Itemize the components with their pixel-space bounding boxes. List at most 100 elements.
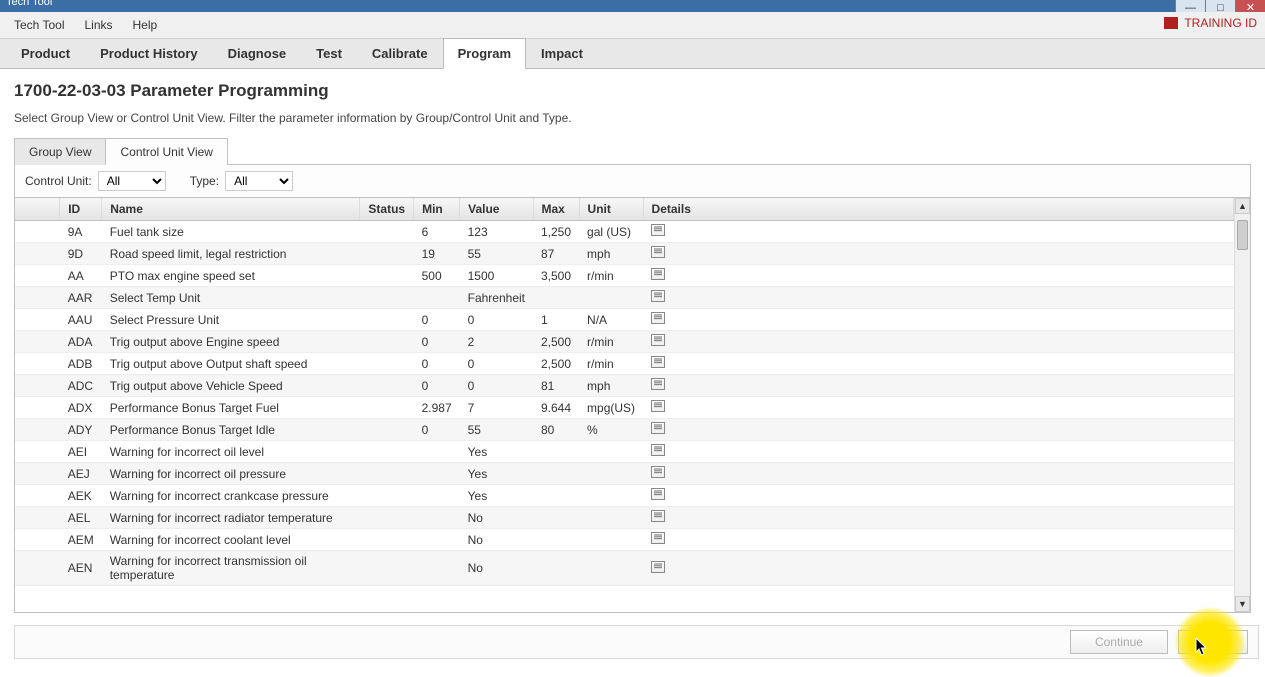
cell-details[interactable] xyxy=(643,463,1233,485)
details-icon[interactable] xyxy=(651,378,665,390)
cell-blank xyxy=(15,265,60,287)
type-select[interactable]: All xyxy=(225,171,293,191)
cell-details[interactable] xyxy=(643,243,1233,265)
cell-details[interactable] xyxy=(643,353,1233,375)
cell-details[interactable] xyxy=(643,265,1233,287)
cell-details[interactable] xyxy=(643,419,1233,441)
cell-value: 0 xyxy=(460,309,533,331)
cell-status xyxy=(360,353,414,375)
col-max[interactable]: Max xyxy=(533,198,579,221)
details-icon[interactable] xyxy=(651,532,665,544)
details-icon[interactable] xyxy=(651,268,665,280)
details-icon[interactable] xyxy=(651,510,665,522)
cell-details[interactable] xyxy=(643,221,1233,243)
exit-button[interactable]: Exit xyxy=(1178,630,1248,654)
cell-unit xyxy=(579,485,643,507)
cell-id: AEN xyxy=(60,551,102,586)
tab-program[interactable]: Program xyxy=(443,38,526,69)
cell-details[interactable] xyxy=(643,441,1233,463)
cell-details[interactable] xyxy=(643,375,1233,397)
menu-techtool[interactable]: Tech Tool xyxy=(6,15,72,35)
col-min[interactable]: Min xyxy=(414,198,460,221)
tab-product[interactable]: Product xyxy=(6,38,85,68)
table-row[interactable]: AEJWarning for incorrect oil pressureYes xyxy=(15,463,1234,485)
menu-help[interactable]: Help xyxy=(125,15,166,35)
cell-blank xyxy=(15,397,60,419)
bottom-bar: Continue Exit xyxy=(14,625,1259,659)
cell-details[interactable] xyxy=(643,507,1233,529)
scrollbar-vertical[interactable]: ▲ ▼ xyxy=(1234,198,1250,612)
cell-id: AEJ xyxy=(60,463,102,485)
cell-name: Select Temp Unit xyxy=(102,287,360,309)
cell-unit xyxy=(579,507,643,529)
cell-details[interactable] xyxy=(643,397,1233,419)
col-unit[interactable]: Unit xyxy=(579,198,643,221)
cell-id: ADX xyxy=(60,397,102,419)
table-row[interactable]: ADBTrig output above Output shaft speed0… xyxy=(15,353,1234,375)
details-icon[interactable] xyxy=(651,290,665,302)
details-icon[interactable] xyxy=(651,224,665,236)
table-row[interactable]: ADATrig output above Engine speed022,500… xyxy=(15,331,1234,353)
details-icon[interactable] xyxy=(651,422,665,434)
table-row[interactable]: ADCTrig output above Vehicle Speed0081mp… xyxy=(15,375,1234,397)
col-name[interactable]: Name xyxy=(102,198,360,221)
viewtab-control-unit[interactable]: Control Unit View xyxy=(105,138,227,165)
viewtab-group[interactable]: Group View xyxy=(14,138,106,165)
details-icon[interactable] xyxy=(651,246,665,258)
menu-links[interactable]: Links xyxy=(76,15,120,35)
cell-unit: % xyxy=(579,419,643,441)
control-unit-select[interactable]: All xyxy=(98,171,166,191)
table-row[interactable]: ADXPerformance Bonus Target Fuel2.98779.… xyxy=(15,397,1234,419)
cell-details[interactable] xyxy=(643,551,1233,586)
col-status[interactable]: Status xyxy=(360,198,414,221)
cell-unit: mph xyxy=(579,375,643,397)
details-icon[interactable] xyxy=(651,334,665,346)
details-icon[interactable] xyxy=(651,488,665,500)
cell-details[interactable] xyxy=(643,529,1233,551)
table-row[interactable]: AAUSelect Pressure Unit001N/A xyxy=(15,309,1234,331)
table-row[interactable]: ADYPerformance Bonus Target Idle05580% xyxy=(15,419,1234,441)
details-icon[interactable] xyxy=(651,400,665,412)
cell-unit xyxy=(579,529,643,551)
col-details[interactable]: Details xyxy=(643,198,1233,221)
col-blank[interactable] xyxy=(15,198,60,221)
table-row[interactable]: AAPTO max engine speed set50015003,500r/… xyxy=(15,265,1234,287)
cell-status xyxy=(360,375,414,397)
details-icon[interactable] xyxy=(651,356,665,368)
cell-details[interactable] xyxy=(643,331,1233,353)
cell-details[interactable] xyxy=(643,309,1233,331)
scroll-thumb[interactable] xyxy=(1237,220,1248,250)
tab-test[interactable]: Test xyxy=(301,38,357,68)
table-row[interactable]: AEIWarning for incorrect oil levelYes xyxy=(15,441,1234,463)
cell-value: 2 xyxy=(460,331,533,353)
scroll-up-button[interactable]: ▲ xyxy=(1235,198,1250,214)
details-icon[interactable] xyxy=(651,312,665,324)
cell-details[interactable] xyxy=(643,485,1233,507)
table-row[interactable]: AENWarning for incorrect transmission oi… xyxy=(15,551,1234,586)
table-row[interactable]: AEMWarning for incorrect coolant levelNo xyxy=(15,529,1234,551)
scroll-down-button[interactable]: ▼ xyxy=(1235,596,1250,612)
col-id[interactable]: ID xyxy=(60,198,102,221)
table-row[interactable]: 9DRoad speed limit, legal restriction195… xyxy=(15,243,1234,265)
continue-button[interactable]: Continue xyxy=(1070,630,1168,654)
cell-id: AA xyxy=(60,265,102,287)
cell-details[interactable] xyxy=(643,287,1233,309)
tab-diagnose[interactable]: Diagnose xyxy=(213,38,302,68)
tab-impact[interactable]: Impact xyxy=(526,38,598,68)
cell-unit: N/A xyxy=(579,309,643,331)
col-value[interactable]: Value xyxy=(460,198,533,221)
details-icon[interactable] xyxy=(651,561,665,573)
details-icon[interactable] xyxy=(651,444,665,456)
table-row[interactable]: AELWarning for incorrect radiator temper… xyxy=(15,507,1234,529)
tab-product-history[interactable]: Product History xyxy=(85,38,213,68)
cell-unit: mpg(US) xyxy=(579,397,643,419)
cell-status xyxy=(360,441,414,463)
details-icon[interactable] xyxy=(651,466,665,478)
tab-calibrate[interactable]: Calibrate xyxy=(357,38,443,68)
cell-min: 0 xyxy=(414,419,460,441)
cell-value: 0 xyxy=(460,353,533,375)
table-row[interactable]: AEKWarning for incorrect crankcase press… xyxy=(15,485,1234,507)
table-row[interactable]: AARSelect Temp UnitFahrenheit xyxy=(15,287,1234,309)
page-description: Select Group View or Control Unit View. … xyxy=(14,111,1251,125)
table-row[interactable]: 9AFuel tank size61231,250gal (US) xyxy=(15,221,1234,243)
